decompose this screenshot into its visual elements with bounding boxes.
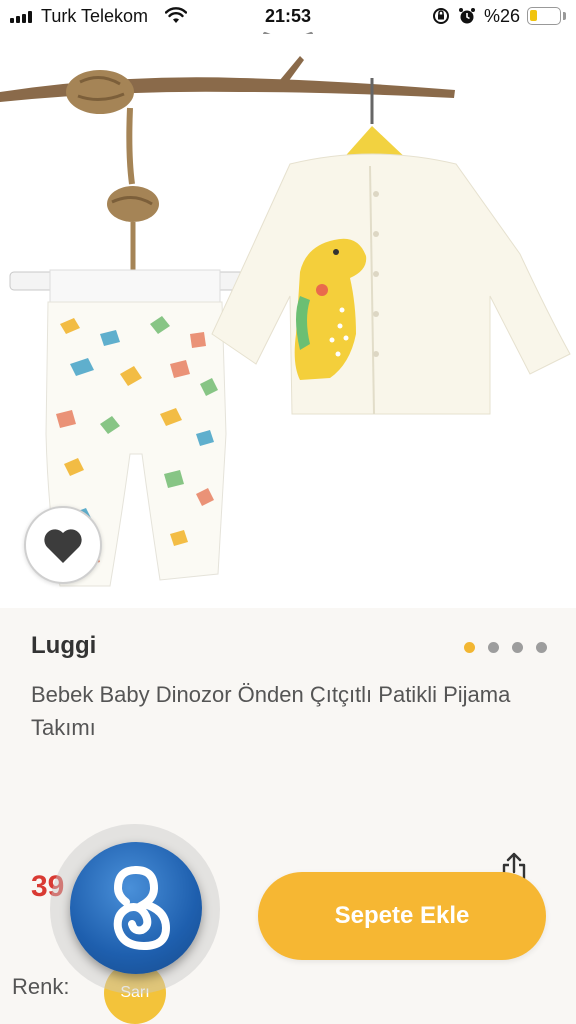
image-pager[interactable]	[464, 642, 547, 654]
favorite-button[interactable]	[24, 506, 102, 584]
add-to-cart-button[interactable]: Sepete Ekle	[258, 872, 546, 960]
pager-dot[interactable]	[488, 642, 499, 653]
battery-icon	[527, 7, 561, 25]
rotation-lock-icon	[433, 8, 449, 24]
pager-dot[interactable]	[536, 642, 547, 653]
alarm-icon	[459, 8, 475, 24]
pager-dot[interactable]	[464, 642, 475, 653]
pager-dot[interactable]	[512, 642, 523, 653]
color-label: Renk:	[12, 974, 70, 999]
spiral-logo-icon	[113, 866, 171, 950]
battery-percent: %26	[484, 6, 521, 26]
floating-assistant-button[interactable]	[70, 842, 202, 974]
brand-name[interactable]: Luggi	[31, 632, 96, 660]
product-name: Bebek Baby Dinozor Önden Çıtçıtlı Patikl…	[31, 682, 511, 740]
battery-tip	[563, 12, 566, 20]
heart-icon	[44, 529, 82, 563]
status-bar: Turk Telekom 21:53 %26	[0, 0, 576, 34]
